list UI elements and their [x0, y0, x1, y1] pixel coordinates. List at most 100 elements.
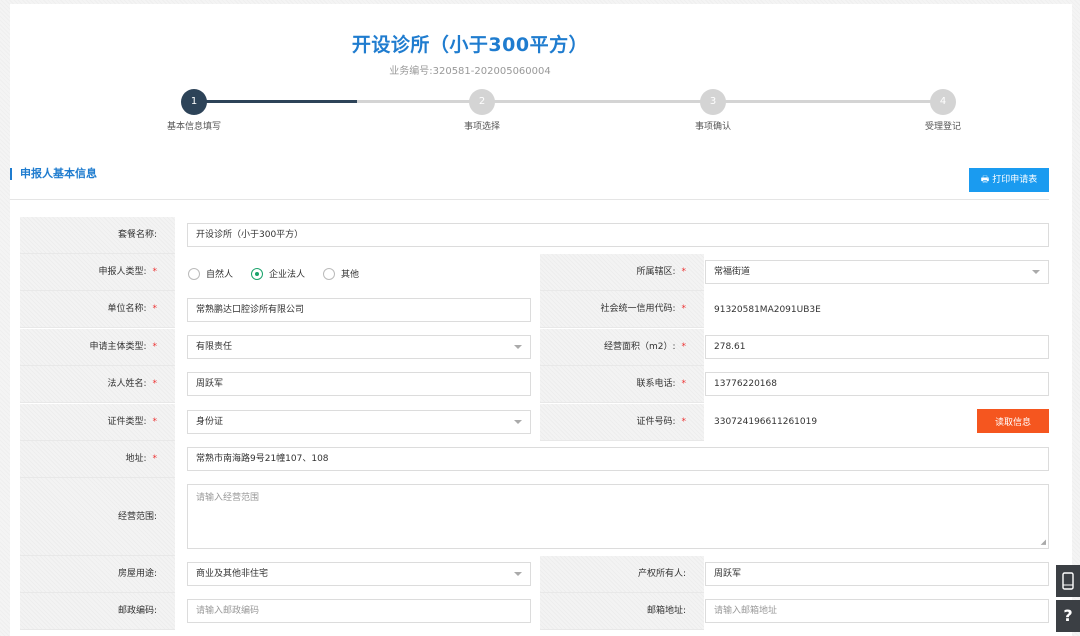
district-label: 所属辖区: * [540, 254, 704, 291]
print-application-button[interactable]: 🖶 打印申请表 [969, 168, 1049, 192]
scope-label: 经营范围: [20, 478, 175, 556]
scope-label-text: 经营范围: [117, 512, 157, 522]
step-2-label: 事项选择 [463, 122, 501, 132]
scope-textarea[interactable]: 请输入经营范围 ◢ [187, 484, 1049, 549]
entity-type-value: 有限责任 [196, 342, 233, 352]
address-field[interactable]: 常熟市南海路9号21幢107、108 [187, 447, 1049, 471]
legal-name-label: 法人姓名: * [20, 366, 175, 403]
step-2-circle: 2 [469, 89, 495, 115]
printer-icon: 🖶 [980, 175, 990, 185]
owner-label-text: 产权所有人: [637, 569, 686, 579]
resize-handle-icon[interactable]: ◢ [1041, 538, 1046, 546]
org-name-label-text: 单位名称: [107, 304, 147, 314]
area-field[interactable]: 278.61 [705, 335, 1049, 359]
legal-name-field[interactable]: 周跃军 [187, 372, 531, 396]
address-label: 地址: * [20, 441, 175, 478]
applicant-type-label-text: 申报人类型: [98, 267, 147, 277]
id-type-value: 身份证 [196, 417, 224, 427]
read-info-button[interactable]: 读取信息 [977, 409, 1049, 433]
owner-label: 产权所有人: [540, 556, 704, 593]
district-value: 常福街道 [714, 267, 751, 277]
chevron-down-icon [514, 420, 522, 424]
radio-circle [323, 267, 335, 280]
required-mark: * [152, 417, 158, 427]
section-title: 申报人基本信息 [10, 168, 97, 180]
business-number-label: 业务编号: [389, 66, 433, 77]
radio-label: 自然人 [206, 270, 234, 280]
step-3-circle: 3 [700, 89, 726, 115]
required-mark: * [152, 342, 158, 352]
radio-circle [188, 267, 200, 280]
radio-circle-selected [251, 267, 263, 280]
mail-addr-field[interactable]: 请输入邮箱地址 [705, 599, 1049, 623]
business-number-value: 320581-202005060004 [432, 66, 551, 77]
id-type-label: 证件类型: * [20, 404, 175, 441]
phone-label-text: 联系电话: [636, 379, 676, 389]
entity-type-label: 申请主体类型: * [20, 329, 175, 366]
usage-label: 房屋用途: [20, 556, 175, 593]
package-name-label: 套餐名称: [20, 217, 175, 254]
package-name-field[interactable]: 开设诊所（小于300平方） [187, 223, 1049, 247]
required-mark: * [152, 304, 158, 314]
section-divider [10, 199, 1049, 200]
radio-natural-person[interactable]: 自然人 [188, 267, 233, 280]
business-number: 业务编号:320581-202005060004 [0, 62, 940, 77]
step-progress-remaining [357, 100, 935, 103]
progress-steps: 1 2 3 4 基本信息填写 事项选择 事项确认 受理登记 [0, 85, 1062, 135]
credit-code-label: 社会统一信用代码: * [540, 291, 704, 328]
address-label-text: 地址: [125, 454, 147, 464]
district-label-text: 所属辖区: [636, 267, 676, 277]
phone-label: 联系电话: * [540, 366, 704, 403]
radio-enterprise-legal[interactable]: 企业法人 [251, 267, 305, 280]
radio-other[interactable]: 其他 [323, 267, 359, 280]
required-mark: * [681, 379, 687, 389]
required-mark: * [152, 379, 158, 389]
step-3-label: 事项确认 [694, 122, 732, 132]
step-progress-done [185, 100, 357, 103]
id-no-label-text: 证件号码: [636, 417, 676, 427]
required-mark: * [152, 454, 158, 464]
legal-name-label-text: 法人姓名: [107, 379, 147, 389]
chevron-down-icon [1032, 270, 1040, 274]
area-label: 经营面积（m2）: * [540, 329, 704, 366]
radio-label: 企业法人 [269, 270, 306, 280]
usage-select[interactable]: 商业及其他非住宅 [187, 562, 531, 586]
entity-type-select[interactable]: 有限责任 [187, 335, 531, 359]
postcode-label: 邮政编码: [20, 593, 175, 630]
org-name-field[interactable]: 常熟鹏达口腔诊所有限公司 [187, 298, 531, 322]
usage-label-text: 房屋用途: [117, 569, 157, 579]
tablet-icon[interactable] [1056, 565, 1080, 597]
owner-field[interactable]: 周跃军 [705, 562, 1049, 586]
required-mark: * [681, 417, 687, 427]
chevron-down-icon [514, 345, 522, 349]
credit-code-label-text: 社会统一信用代码: [600, 304, 676, 314]
mail-addr-label-text: 邮箱地址: [646, 606, 686, 616]
id-no-field[interactable]: 330724196611261019 [705, 410, 955, 434]
id-no-label: 证件号码: * [540, 404, 704, 441]
help-button[interactable]: ? [1056, 600, 1080, 632]
print-button-label: 打印申请表 [992, 175, 1038, 185]
mail-addr-label: 邮箱地址: [540, 593, 704, 630]
scope-placeholder: 请输入经营范围 [196, 493, 260, 503]
radio-label: 其他 [341, 270, 360, 280]
step-1-circle: 1 [181, 89, 207, 115]
step-4-circle: 4 [930, 89, 956, 115]
applicant-type-label: 申报人类型: * [20, 254, 175, 291]
page-title: 开设诊所（小于300平方） [351, 34, 589, 56]
step-1-label: 基本信息填写 [166, 122, 222, 132]
postcode-field[interactable]: 请输入邮政编码 [187, 599, 531, 623]
phone-field[interactable]: 13776220168 [705, 372, 1049, 396]
credit-code-field[interactable]: 91320581MA2091UB3E [705, 298, 1049, 322]
step-4-label: 受理登记 [924, 122, 962, 132]
org-name-label: 单位名称: * [20, 291, 175, 328]
entity-type-label-text: 申请主体类型: [89, 342, 147, 352]
id-type-select[interactable]: 身份证 [187, 410, 531, 434]
required-mark: * [681, 342, 687, 352]
id-type-label-text: 证件类型: [107, 417, 147, 427]
district-select[interactable]: 常福街道 [705, 260, 1049, 284]
usage-value: 商业及其他非住宅 [196, 569, 269, 579]
required-mark: * [152, 267, 158, 277]
required-mark: * [681, 304, 687, 314]
required-mark: * [681, 267, 687, 277]
chevron-down-icon [514, 572, 522, 576]
